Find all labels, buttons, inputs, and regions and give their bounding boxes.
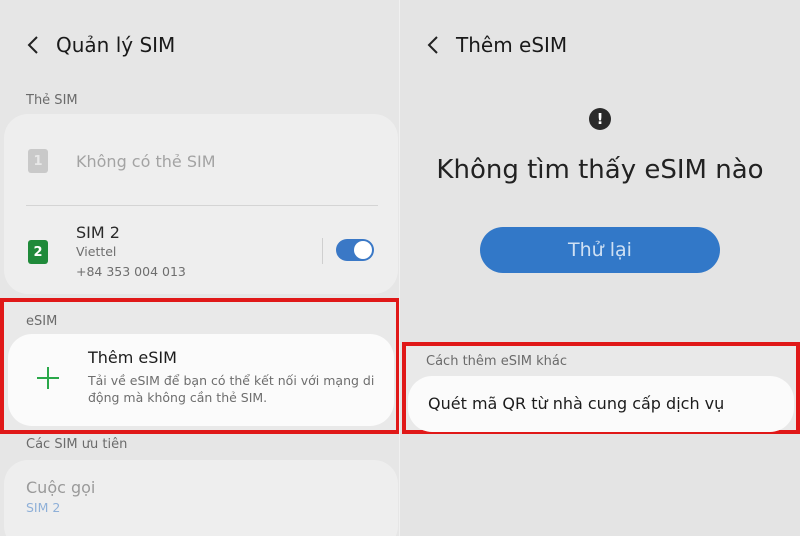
back-button[interactable] bbox=[22, 28, 44, 62]
sim1-row: 1 Không có thẻ SIM bbox=[4, 144, 398, 178]
add-esim-item[interactable]: Thêm eSIM Tải về eSIM để bạn có thể kết … bbox=[8, 334, 394, 426]
back-arrow-icon bbox=[427, 36, 438, 54]
sim-card-icon: 2 bbox=[28, 240, 48, 264]
scan-qr-item[interactable]: Quét mã QR từ nhà cung cấp dịch vụ bbox=[408, 376, 794, 432]
back-button[interactable] bbox=[422, 28, 444, 62]
calls-label: Cuộc gọi bbox=[26, 478, 96, 497]
sim-manager-screen: Quản lý SIM Thẻ SIM 1 Không có thẻ SIM 2… bbox=[0, 0, 400, 536]
add-esim-screen: Thêm eSIM ! Không tìm thấy eSIM nào Thử … bbox=[400, 0, 800, 536]
page-title: Thêm eSIM bbox=[456, 33, 568, 57]
toggle-knob bbox=[354, 241, 372, 259]
warning-icon: ! bbox=[589, 108, 611, 130]
calls-value: SIM 2 bbox=[26, 500, 61, 515]
sim-card-list: 1 Không có thẻ SIM 2 SIM 2 Viettel +84 3… bbox=[4, 114, 398, 294]
sim2-name: SIM 2 bbox=[76, 222, 120, 242]
sim2-carrier: Viettel bbox=[76, 243, 117, 259]
sim-section-label: Thẻ SIM bbox=[26, 93, 78, 108]
plus-icon bbox=[34, 364, 62, 392]
add-esim-title: Thêm eSIM bbox=[88, 348, 177, 367]
sim-card-icon: 1 bbox=[28, 149, 48, 173]
toggle-divider bbox=[322, 238, 323, 264]
scan-qr-label: Quét mã QR từ nhà cung cấp dịch vụ bbox=[428, 394, 725, 413]
back-arrow-icon bbox=[27, 36, 38, 54]
sim1-label: Không có thẻ SIM bbox=[76, 151, 216, 171]
add-esim-description: Tải về eSIM để bạn có thể kết nối với mạ… bbox=[88, 373, 375, 405]
sim2-toggle[interactable] bbox=[336, 239, 374, 261]
other-methods-highlight-box: Cách thêm eSIM khác Quét mã QR từ nhà cu… bbox=[402, 342, 800, 434]
header: Quản lý SIM bbox=[22, 28, 175, 62]
esim-highlight-box: eSIM Thêm eSIM Tải về eSIM để bạn có thể… bbox=[0, 298, 400, 434]
other-methods-section-label: Cách thêm eSIM khác bbox=[426, 354, 568, 369]
esim-section-label: eSIM bbox=[26, 314, 58, 329]
not-found-message: Không tìm thấy eSIM nào bbox=[436, 155, 764, 185]
calls-preference-item[interactable]: Cuộc gọi SIM 2 bbox=[4, 460, 398, 536]
sim2-number: +84 353 004 013 bbox=[76, 263, 186, 279]
sim2-info: SIM 2 Viettel +84 353 004 013 bbox=[76, 223, 186, 282]
retry-button[interactable]: Thử lại bbox=[480, 227, 720, 273]
preferred-sim-section-label: Các SIM ưu tiên bbox=[26, 437, 128, 452]
header: Thêm eSIM bbox=[422, 28, 567, 62]
divider bbox=[26, 205, 378, 206]
page-title: Quản lý SIM bbox=[56, 33, 176, 57]
